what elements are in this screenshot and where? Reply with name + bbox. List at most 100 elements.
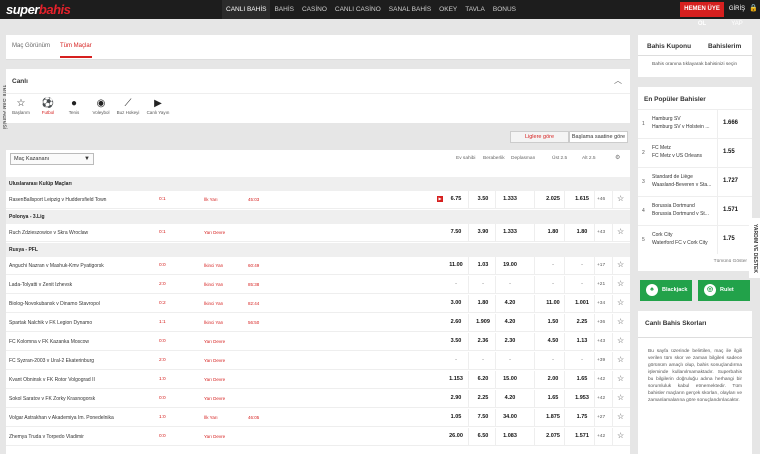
odd-button[interactable]: 26.00 <box>445 433 467 439</box>
odd-button[interactable]: 1.571 <box>723 207 738 213</box>
odd-button[interactable]: - <box>472 281 494 287</box>
odd-button[interactable]: 2.30 <box>499 338 521 344</box>
odd-button[interactable]: 1.727 <box>723 178 738 184</box>
league-header[interactable]: Rusya - PFL <box>6 243 630 257</box>
tab-bet-slip[interactable]: Bahis Kuponu <box>647 43 691 50</box>
odd-button[interactable]: - <box>499 281 521 287</box>
match-row[interactable]: Kvant Obninsk v FK Rotor Volgograd II 1:0… <box>6 371 630 389</box>
match-teams[interactable]: FC Kolomna v FK Kazanka Moscow <box>9 339 89 345</box>
odd-button[interactable]: 1.55 <box>723 149 735 155</box>
star-icon[interactable]: ☆ <box>617 431 624 440</box>
odd-button[interactable]: 1.13 <box>571 338 593 344</box>
register-button[interactable]: HEMEN ÜYE OL <box>680 2 724 27</box>
sport-volleyball[interactable]: ◉ Voleybol <box>90 97 112 115</box>
market-select[interactable]: Maç Kazananı ▼ <box>10 153 94 165</box>
match-teams[interactable]: Volgar Astrakhan v Akademiya Im. Ponedel… <box>9 415 114 421</box>
odd-button[interactable]: 1.75 <box>723 236 735 242</box>
nav-item[interactable]: SANAL BAHİS <box>385 0 435 19</box>
nav-item[interactable]: BAHİS <box>270 0 298 19</box>
odd-button[interactable]: 19.00 <box>499 262 521 268</box>
popular-bet-item[interactable]: 5 Cork City Waterford FC v Cork City 1.75 <box>638 225 752 254</box>
popular-bet-item[interactable]: 2 FC Metz FC Metz v US Orleans 1.55 <box>638 138 752 167</box>
sport-football[interactable]: ⚽ Futbol <box>38 97 58 115</box>
match-teams[interactable]: Zhemya Truda v Torpedo Vladimir <box>9 434 84 440</box>
nav-item[interactable]: CANLI CASİNO <box>331 0 385 19</box>
more-markets[interactable]: +21 <box>597 282 605 287</box>
more-markets[interactable]: +17 <box>597 263 605 268</box>
odd-button[interactable]: 1.333 <box>499 196 521 202</box>
sport-live-stream[interactable]: ▶ Canlı Yayın <box>144 97 172 115</box>
odd-button[interactable]: 1.65 <box>542 395 564 401</box>
odd-button[interactable]: 2.075 <box>542 433 564 439</box>
odd-button[interactable]: 4.50 <box>542 338 564 344</box>
star-icon[interactable]: ☆ <box>617 374 624 383</box>
odd-button[interactable]: 4.20 <box>499 395 521 401</box>
odd-button[interactable]: 6.50 <box>472 433 494 439</box>
match-teams[interactable]: RasenBallsport Leipzig v Huddersfield To… <box>9 197 106 203</box>
odd-button[interactable]: - <box>499 357 521 363</box>
odd-button[interactable]: 2.25 <box>571 319 593 325</box>
nav-item[interactable]: CASİNO <box>298 0 331 19</box>
sport-hockey[interactable]: ⟋ Buz Hokeyi <box>116 97 140 115</box>
star-icon[interactable]: ☆ <box>617 298 624 307</box>
gear-icon[interactable]: ⚙ <box>615 154 620 161</box>
odd-button[interactable]: 1.083 <box>499 433 521 439</box>
league-header[interactable]: Uluslararası Kulüp Maçları <box>6 177 630 191</box>
odd-button[interactable]: 1.153 <box>445 376 467 382</box>
odd-button[interactable]: 3.00 <box>445 300 467 306</box>
more-markets[interactable]: +43 <box>597 230 605 235</box>
odd-button[interactable]: 4.20 <box>499 300 521 306</box>
match-row[interactable]: FC Syzran-2003 v Ural-2 Ekaterinburg 2:0 Y… <box>6 352 630 370</box>
popular-bet-item[interactable]: 3 Standard de Liège Waasland-Beveren v Sta… <box>638 167 752 196</box>
odd-button[interactable]: 3.50 <box>472 196 494 202</box>
popular-bet-item[interactable]: 1 Hamburg SV Hamburg SV v Holstein ... 1.66… <box>638 109 752 138</box>
nav-item[interactable]: TAVLA <box>461 0 489 19</box>
match-row[interactable]: Lada-Tolyatti v Zenit Izhevsk 2:0 İkinci Y… <box>6 276 630 294</box>
match-teams[interactable]: Anguchi Nazran v Mashuk-Kmv Pyatigorsk <box>9 263 104 269</box>
match-row[interactable]: Biolog-Novokubansk v Dinamo Stavropol 0:2… <box>6 295 630 313</box>
odd-button[interactable]: 15.00 <box>499 376 521 382</box>
odd-button[interactable]: - <box>445 357 467 363</box>
odd-button[interactable]: 1.571 <box>571 433 593 439</box>
tab-all-matches[interactable]: Tüm Maçlar <box>60 43 92 58</box>
match-row[interactable]: RasenBallsport Leipzig v Huddersfield To… <box>6 191 630 209</box>
match-teams[interactable]: Lada-Tolyatti v Zenit Izhevsk <box>9 282 72 288</box>
odd-button[interactable]: 2.36 <box>472 338 494 344</box>
odd-button[interactable]: 3.90 <box>472 229 494 235</box>
match-row[interactable]: Zhemya Truda v Torpedo Vladimir 0:0 Yarı D… <box>6 428 630 446</box>
show-all-link[interactable]: Tümünü Göster <box>714 259 747 264</box>
match-row[interactable]: FC Kolomna v FK Kazanka Moscow 0:0 Yarı De… <box>6 333 630 351</box>
star-icon[interactable]: ☆ <box>617 279 624 288</box>
help-support-tab[interactable]: YARDIM VE DESTEK <box>749 218 760 278</box>
logo[interactable]: superbahis <box>6 2 71 17</box>
odd-button[interactable]: - <box>472 357 494 363</box>
star-icon[interactable]: ☆ <box>617 412 624 421</box>
chevron-up-icon[interactable]: ︿ <box>614 75 622 86</box>
odd-button[interactable]: 1.909 <box>472 319 494 325</box>
sort-by-time-button[interactable]: Başlama saatine göre <box>569 131 628 143</box>
odd-button[interactable]: 1.75 <box>571 414 593 420</box>
nav-item[interactable]: OKEY <box>435 0 461 19</box>
odd-button[interactable]: - <box>571 357 593 363</box>
match-teams[interactable]: Biolog-Novokubansk v Dinamo Stavropol <box>9 301 100 307</box>
odd-button[interactable]: 2.025 <box>542 196 564 202</box>
odd-button[interactable]: 1.50 <box>542 319 564 325</box>
odd-button[interactable]: 1.953 <box>571 395 593 401</box>
odd-button[interactable]: 11.00 <box>542 300 564 306</box>
odd-button[interactable]: 2.90 <box>445 395 467 401</box>
odd-button[interactable]: 1.65 <box>571 376 593 382</box>
odd-button[interactable]: 1.333 <box>499 229 521 235</box>
match-teams[interactable]: Kvant Obninsk v FK Rotor Volgograd II <box>9 377 95 383</box>
nav-item[interactable]: CANLI BAHİS <box>222 0 271 19</box>
odd-button[interactable]: 6.20 <box>472 376 494 382</box>
odd-button[interactable]: 3.50 <box>445 338 467 344</box>
lock-icon[interactable]: 🔒 <box>749 4 758 12</box>
tab-match-overview[interactable]: Maç Görünüm <box>12 43 50 49</box>
more-markets[interactable]: +46 <box>597 197 605 202</box>
match-row[interactable]: Ruch Zdzieszowice v Skra Wroclaw 0:1 Yarı … <box>6 224 630 242</box>
star-icon[interactable]: ☆ <box>617 355 624 364</box>
odd-button[interactable]: - <box>445 281 467 287</box>
odd-button[interactable]: 1.05 <box>445 414 467 420</box>
login-button[interactable]: GİRİŞ YAP <box>726 2 748 27</box>
star-icon[interactable]: ☆ <box>617 260 624 269</box>
